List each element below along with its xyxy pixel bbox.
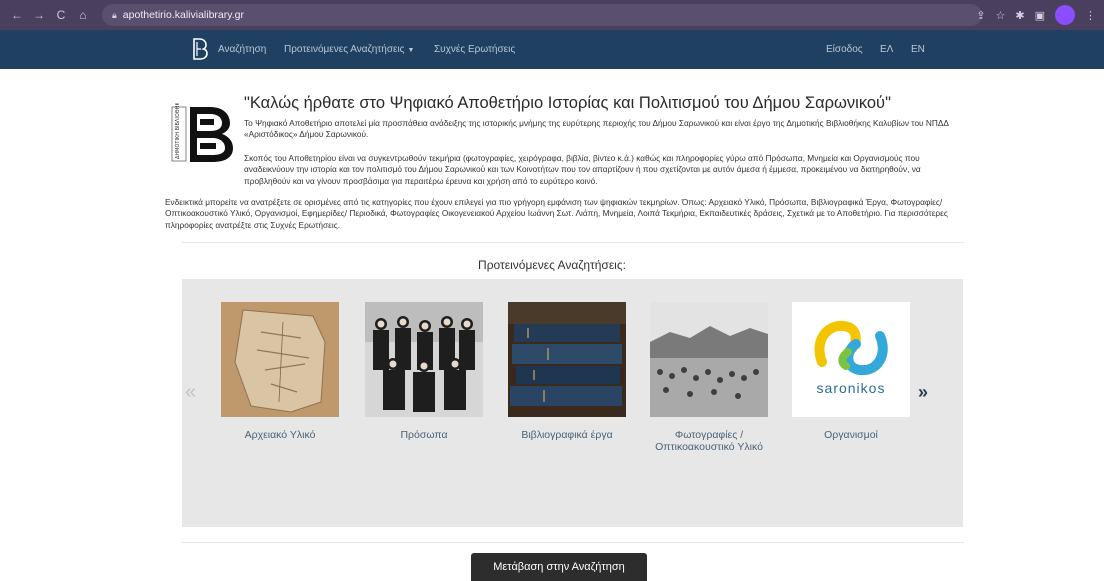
share-icon[interactable]: ⇪ — [976, 9, 985, 22]
back-icon[interactable]: ← — [8, 6, 26, 24]
extensions-icon[interactable]: ✱ — [1015, 9, 1024, 22]
tile-organisations-image[interactable]: saronikos — [792, 302, 910, 417]
bookmark-star-icon[interactable]: ☆ — [996, 9, 1006, 22]
nav-search[interactable]: Αναζήτηση — [218, 44, 266, 55]
nav-login[interactable]: Είσοδος — [826, 44, 863, 55]
page-title: "Καλώς ήρθατε στο Ψηφιακό Αποθετήριο Ιστ… — [244, 94, 891, 112]
site-logo-icon[interactable] — [193, 38, 208, 60]
nav-suggested-dropdown[interactable]: Προτεινόμενες Αναζητήσεις ▼ — [284, 44, 414, 55]
url-text: apothetirio.kalivialibrary.gr — [122, 9, 244, 21]
nav-suggested-label: Προτεινόμενες Αναζητήσεις — [284, 44, 405, 55]
address-bar[interactable]: 🔒︎ apothetirio.kalivialibrary.gr — [102, 4, 982, 26]
site-navbar: Αναζήτηση Προτεινόμενες Αναζητήσεις ▼ Συχ… — [0, 30, 1104, 69]
tile-photos-image[interactable] — [650, 302, 768, 417]
tile-label-books[interactable]: Βιβλιογραφικά έργα — [497, 429, 637, 441]
home-icon[interactable]: ⌂ — [74, 6, 92, 24]
svg-text:ΔΗΜΟΤΙΚΗ ΒΙΒΛΙΟΘΗΚΗ: ΔΗΜΟΤΙΚΗ ΒΙΒΛΙΟΘΗΚΗ — [175, 103, 181, 159]
lock-icon: 🔒︎ — [112, 9, 117, 20]
reload-icon[interactable]: C — [52, 6, 70, 24]
carousel-prev-arrow[interactable]: « — [185, 381, 196, 404]
intro-paragraph-1: Το Ψηφιακό Αποθετήριο αποτελεί μία προσπ… — [244, 118, 949, 140]
forward-icon[interactable]: → — [30, 6, 48, 24]
caret-down-icon: ▼ — [407, 47, 415, 54]
intro-paragraph-3: Ενδεικτικά μπορείτε να ανατρέξετε σε ορι… — [165, 197, 948, 230]
sidepanel-icon[interactable]: ▣ — [1035, 9, 1045, 22]
tile-persons-image[interactable] — [365, 302, 483, 417]
tile-label-archival[interactable]: Αρχειακό Υλικό — [210, 429, 350, 441]
profile-avatar[interactable] — [1055, 5, 1075, 25]
tile-books-image[interactable] — [508, 302, 626, 417]
library-logo-icon: ΔΗΜΟΤΙΚΗ ΒΙΒΛΙΟΘΗΚΗ — [171, 103, 233, 162]
tile-label-persons[interactable]: Πρόσωπα — [354, 429, 494, 441]
nav-lang-el[interactable]: ΕΛ — [880, 44, 893, 55]
tile-archival-image[interactable] — [221, 302, 339, 417]
intro-paragraph-2: Σκοπός του Αποθετηρίου είναι να συγκεντρ… — [244, 153, 921, 186]
tile-label-photos[interactable]: Φωτογραφίες / Οπτικοακουστικό Υλικό — [639, 429, 779, 453]
nav-faq[interactable]: Συχνές Ερωτήσεις — [434, 44, 515, 55]
nav-lang-en[interactable]: EN — [911, 44, 925, 55]
suggestions-title: Προτεινόμενες Αναζητήσεις: — [478, 258, 626, 272]
go-to-search-button[interactable]: Μετάβαση στην Αναζήτηση — [471, 553, 647, 581]
carousel-next-arrow[interactable]: » — [918, 382, 928, 403]
saronikos-logo-text: saronikos — [816, 380, 886, 396]
browser-chrome: ← → C ⌂ 🔒︎ apothetirio.kalivialibrary.gr… — [0, 0, 1104, 30]
divider — [182, 242, 964, 243]
tile-label-organisations[interactable]: Οργανισμοί — [781, 429, 921, 441]
menu-kebab-icon[interactable]: ⋮ — [1085, 9, 1096, 22]
divider — [182, 542, 964, 543]
